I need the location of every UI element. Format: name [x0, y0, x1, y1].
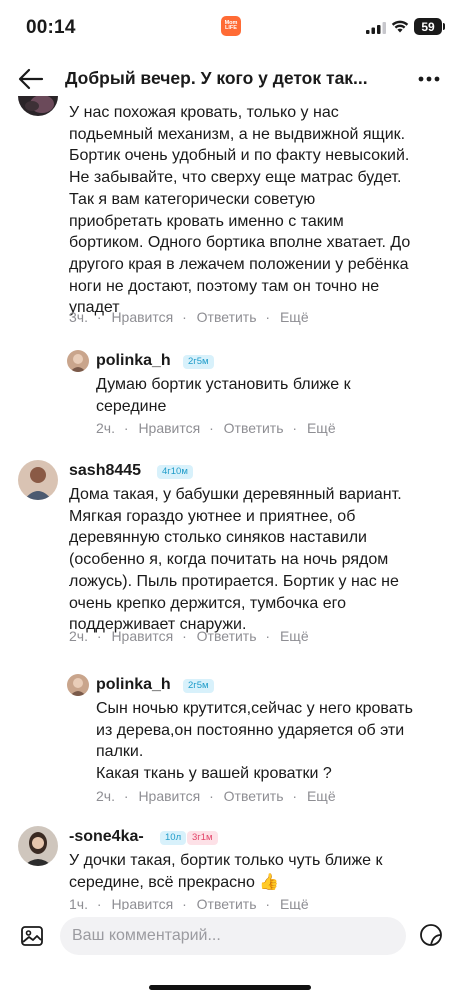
back-arrow-icon[interactable]	[18, 68, 44, 90]
image-icon[interactable]	[20, 924, 44, 948]
comment-time: 2ч.	[96, 420, 115, 436]
comment-line: очень крепко держится, тумбочка его	[69, 594, 347, 612]
sticker-icon[interactable]	[419, 923, 443, 947]
comment-meta: 2ч. · Нравится · Ответить · Ещё	[96, 420, 341, 436]
username[interactable]: -sone4ka-	[69, 828, 144, 846]
like-button[interactable]: Нравится	[138, 420, 200, 436]
username[interactable]: polinka_h	[96, 676, 171, 694]
reply-button[interactable]: Ответить	[197, 896, 257, 910]
separator: ·	[292, 420, 298, 436]
comment-line: (особенно я, когда почитать на ночь рядо…	[69, 551, 389, 569]
comment-line: подьемный механизм, а не выдвижной ящик.	[69, 125, 406, 143]
comment-line: середине	[96, 397, 167, 415]
comment-time: 2ч.	[96, 788, 115, 804]
comment-line: Не забывайте, что сверху еще матрас буде…	[69, 169, 402, 187]
separator: ·	[182, 628, 187, 644]
separator: ·	[265, 896, 271, 910]
comment-input[interactable]	[60, 917, 406, 955]
separator: ·	[265, 309, 271, 325]
child-age-badge: 2г5м	[183, 355, 214, 369]
comment-time: 3ч.	[69, 309, 88, 325]
status-time: 00:14	[26, 17, 76, 38]
comment-meta: 2ч. · Нравится · Ответить · Ещё	[96, 788, 341, 804]
separator: ·	[182, 896, 187, 910]
child-age-badge: 2г5м	[183, 679, 214, 693]
like-button[interactable]: Нравится	[138, 788, 200, 804]
comment-time: 1ч.	[69, 896, 88, 910]
more-button[interactable]: Ещё	[280, 896, 309, 910]
app-logo-line2: LIFE	[225, 25, 237, 31]
comment-line: серединe, всё прекрасно 👍	[69, 873, 280, 891]
comment-line: У дочки такая, бортик только чуть ближе …	[69, 852, 383, 869]
separator: ·	[209, 788, 214, 804]
app-logo-icon: Mom LIFE	[221, 16, 241, 36]
comment-line: бортиком. Одного бортика вполне хватает.…	[69, 234, 411, 252]
comment-time: 2ч.	[69, 628, 88, 644]
comment-text: У нас похожая кровать, только у нас подь…	[69, 102, 410, 319]
reply-button[interactable]: Ответить	[224, 420, 284, 436]
more-button[interactable]: Ещё	[280, 628, 309, 644]
separator: ·	[209, 420, 214, 436]
like-button[interactable]: Нравится	[111, 309, 173, 325]
like-button[interactable]: Нравится	[111, 896, 173, 910]
separator: ·	[292, 788, 298, 804]
home-indicator	[149, 985, 311, 990]
comment-line: Так я вам категорически советую	[69, 190, 316, 208]
reply-button[interactable]: Ответить	[197, 628, 257, 644]
more-button[interactable]: Ещё	[307, 420, 336, 436]
comment-line: Бортик очень удобный и по факту невысоки…	[69, 147, 410, 165]
comment-line: Думаю бортик установить ближе к	[96, 376, 351, 393]
status-bar: 00:14 Mom LIFE 59	[0, 0, 462, 56]
comment-line: Дома такая, у бабушки деревянный вариант…	[69, 486, 402, 503]
avatar[interactable]	[67, 350, 89, 372]
comment-line: Какая ткань у вашей кроватки ?	[96, 765, 332, 783]
comment-line: У нас похожая кровать, только у нас	[69, 104, 339, 121]
comment-text: У дочки такая, бортик только чуть ближе …	[69, 850, 382, 893]
comment-meta: 3ч. · Нравится · Ответить · Ещё	[69, 309, 314, 325]
child-age-badge: 4г10м	[157, 465, 193, 479]
separator: ·	[96, 896, 102, 910]
comment-text: Думаю бортик установить ближе к середине	[96, 374, 351, 417]
separator: ·	[182, 309, 187, 325]
comment-meta: 1ч. · Нравится · Ответить · Ещё	[69, 896, 314, 910]
comment-line: деревянную столько синяков наставили	[69, 529, 367, 547]
more-button[interactable]: Ещё	[280, 309, 309, 325]
comments-list: У нас похожая кровать, только у нас подь…	[0, 96, 462, 910]
avatar[interactable]	[18, 460, 58, 500]
more-button[interactable]: Ещё	[307, 788, 336, 804]
separator: ·	[96, 628, 102, 644]
username[interactable]: sash8445	[69, 462, 141, 480]
comment-line: из дерева,он постоянно ударяется об эти	[96, 721, 405, 739]
separator: ·	[123, 420, 129, 436]
comment-meta: 2ч. · Нравится · Ответить · Ещё	[69, 628, 314, 644]
comment-line: Сын ночью крутится,сейчас у него кровать	[96, 700, 413, 717]
comment-line: ноги не достают, поэтому там он точно не	[69, 277, 380, 295]
comment-line: палки.	[96, 743, 144, 761]
avatar[interactable]	[18, 826, 58, 866]
comment-text: Сын ночью крутится,сейчас у него кровать…	[96, 698, 413, 785]
comment-composer	[0, 910, 462, 1000]
avatar[interactable]	[67, 674, 89, 696]
page-title: Добрый вечер. У кого у деток так...	[65, 68, 368, 88]
comment-line: Мягкая гораздо уютнее и приятнее, об	[69, 507, 356, 525]
child-age-badge: 10л	[160, 831, 187, 845]
like-button[interactable]: Нравится	[111, 628, 173, 644]
cellular-signal-icon	[366, 22, 386, 34]
more-dots-icon[interactable]	[418, 76, 440, 82]
comment-text: Дома такая, у бабушки деревянный вариант…	[69, 484, 402, 636]
comment-line: другого края в лежачем положении у ребён…	[69, 255, 409, 273]
avatar[interactable]	[18, 96, 58, 116]
separator: ·	[265, 628, 271, 644]
separator: ·	[123, 788, 129, 804]
reply-button[interactable]: Ответить	[224, 788, 284, 804]
wifi-icon	[391, 20, 409, 33]
username[interactable]: polinka_h	[96, 352, 171, 370]
separator: ·	[96, 309, 102, 325]
comment-line: ложусь). Пыль протирается. Бортик у нас …	[69, 572, 399, 590]
comment-line: приобретать кровать именно с таким	[69, 212, 344, 230]
child-age-badge: 3г1м	[187, 831, 218, 845]
battery-indicator: 59	[414, 18, 445, 35]
reply-button[interactable]: Ответить	[197, 309, 257, 325]
